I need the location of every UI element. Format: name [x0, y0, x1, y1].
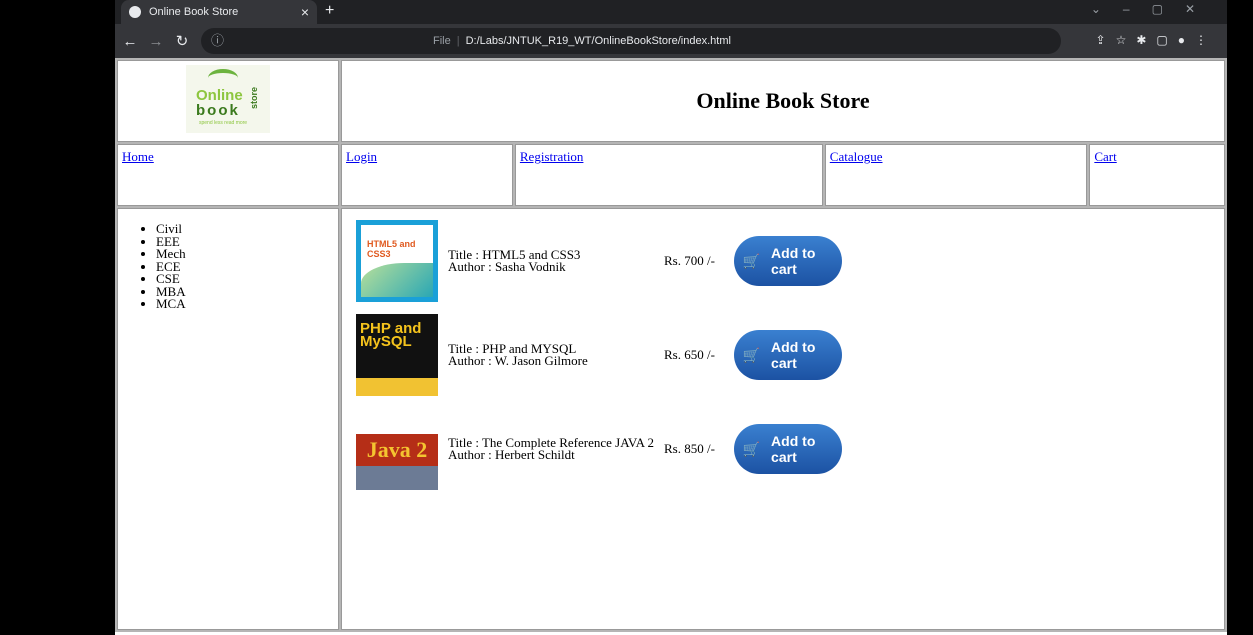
page-title: Online Book Store — [696, 88, 870, 113]
cover-title: Java 2 — [356, 434, 438, 466]
book-info: Title : HTML5 and CSS3 Author : Sasha Vo… — [448, 248, 664, 274]
header-cell: Online Book Store — [341, 60, 1225, 142]
nav-link-registration[interactable]: Registration — [520, 149, 584, 164]
logo-text-store: store — [249, 87, 259, 110]
add-to-cart-label: Add to cart — [771, 245, 816, 277]
book-cover-image: PHP and MySQL — [356, 314, 438, 396]
shopping-cart-icon: 🛒 — [742, 440, 761, 457]
site-logo[interactable]: Online book store spend less read more — [186, 65, 270, 133]
cover-title: PHP and MySQL — [360, 320, 422, 350]
nav-cell-home: Home — [117, 144, 339, 206]
globe-icon — [129, 6, 141, 18]
tab-title: Online Book Store — [149, 6, 239, 18]
new-tab-button[interactable]: + — [325, 0, 334, 22]
book-price: Rs. 700 /- — [664, 253, 715, 268]
info-icon[interactable]: ⓘ — [211, 34, 427, 48]
add-to-cart-button[interactable]: 🛒 Add to cart — [734, 330, 842, 380]
book-price: Rs. 850 /- — [664, 441, 715, 456]
leaf-icon — [208, 69, 238, 87]
browser-tab[interactable]: Online Book Store × — [121, 0, 317, 24]
cover-swoosh — [361, 263, 433, 297]
url-separator: | — [456, 35, 460, 47]
nav-link-login[interactable]: Login — [346, 149, 377, 164]
category-item: Civil — [156, 222, 338, 236]
nav-cell-catalogue: Catalogue — [824, 144, 1088, 206]
category-list: Civil EEE Mech ECE CSE MBA MCA — [118, 222, 338, 311]
logo-text-book: book — [196, 102, 240, 119]
book-author: Author : Sasha Vodnik — [448, 259, 566, 274]
book-row: HTML5 and CSS3 Title : HTML5 and CSS3 Au… — [356, 219, 1224, 303]
toolbar-icons[interactable]: ⇪☆✱▢●⋮ — [1096, 33, 1217, 47]
layout-table: Online book store spend less read more O… — [115, 58, 1227, 632]
book-author: Author : Herbert Schildt — [448, 447, 575, 462]
nav-link-cart[interactable]: Cart — [1094, 149, 1116, 164]
cover-band — [356, 378, 438, 396]
address-bar[interactable]: ⓘ File | D:/Labs/JNTUK_R19_WT/OnlineBook… — [201, 28, 1061, 54]
add-to-cart-button[interactable]: 🛒 Add to cart — [734, 424, 842, 474]
book-cover-image: Java 2 — [356, 408, 438, 490]
add-to-cart-button[interactable]: 🛒 Add to cart — [734, 236, 842, 286]
window-controls[interactable]: ⌄–▢✕ — [1091, 2, 1217, 16]
tab-strip: Online Book Store × + ⌄–▢✕ — [115, 0, 1227, 24]
nav-row: Home Login Registration Catalogue Cart — [117, 144, 1225, 206]
add-to-cart-label: Add to cart — [771, 433, 816, 465]
category-item: Mech — [156, 247, 338, 261]
add-to-cart-label: Add to cart — [771, 339, 816, 371]
category-item: ECE — [156, 260, 338, 274]
book-row: Java 2 Title : The Complete Reference JA… — [356, 407, 1224, 491]
nav-link-catalogue[interactable]: Catalogue — [830, 149, 883, 164]
category-item: MCA — [156, 297, 338, 311]
back-icon[interactable]: ← — [119, 33, 141, 50]
catalogue-area: HTML5 and CSS3 Title : HTML5 and CSS3 Au… — [341, 208, 1225, 630]
nav-cell-cart: Cart — [1089, 144, 1225, 206]
close-tab-icon[interactable]: × — [301, 4, 309, 20]
shopping-cart-icon: 🛒 — [742, 252, 761, 269]
nav-link-home[interactable]: Home — [122, 149, 154, 164]
book-info: Title : The Complete Reference JAVA 2 Au… — [448, 436, 664, 462]
book-cover-image: HTML5 and CSS3 — [356, 220, 438, 302]
page-content: Online book store spend less read more O… — [115, 58, 1227, 635]
url-scheme-label: File — [433, 35, 451, 47]
browser-window: Online Book Store × + ⌄–▢✕ ← → ↻ ⓘ File … — [115, 0, 1227, 635]
logo-cell: Online book store spend less read more — [117, 60, 339, 142]
nav-cell-registration: Registration — [514, 144, 823, 206]
book-info: Title : PHP and MYSQL Author : W. Jason … — [448, 342, 664, 368]
nav-cell-login: Login — [341, 144, 513, 206]
book-price: Rs. 650 /- — [664, 347, 715, 362]
reload-icon[interactable]: ↻ — [171, 32, 193, 50]
shopping-cart-icon: 🛒 — [742, 346, 761, 363]
cover-band — [356, 466, 438, 490]
book-row: PHP and MySQL Title : PHP and MYSQL Auth… — [356, 313, 1224, 397]
forward-icon[interactable]: → — [145, 33, 167, 50]
category-sidebar: Civil EEE Mech ECE CSE MBA MCA — [117, 208, 339, 630]
cover-title: HTML5 and CSS3 — [367, 239, 416, 259]
url-text[interactable]: D:/Labs/JNTUK_R19_WT/OnlineBookStore/ind… — [466, 35, 731, 47]
logo-tagline: spend less read more — [199, 120, 248, 126]
book-author: Author : W. Jason Gilmore — [448, 353, 588, 368]
browser-toolbar: ← → ↻ ⓘ File | D:/Labs/JNTUK_R19_WT/Onli… — [115, 24, 1227, 58]
